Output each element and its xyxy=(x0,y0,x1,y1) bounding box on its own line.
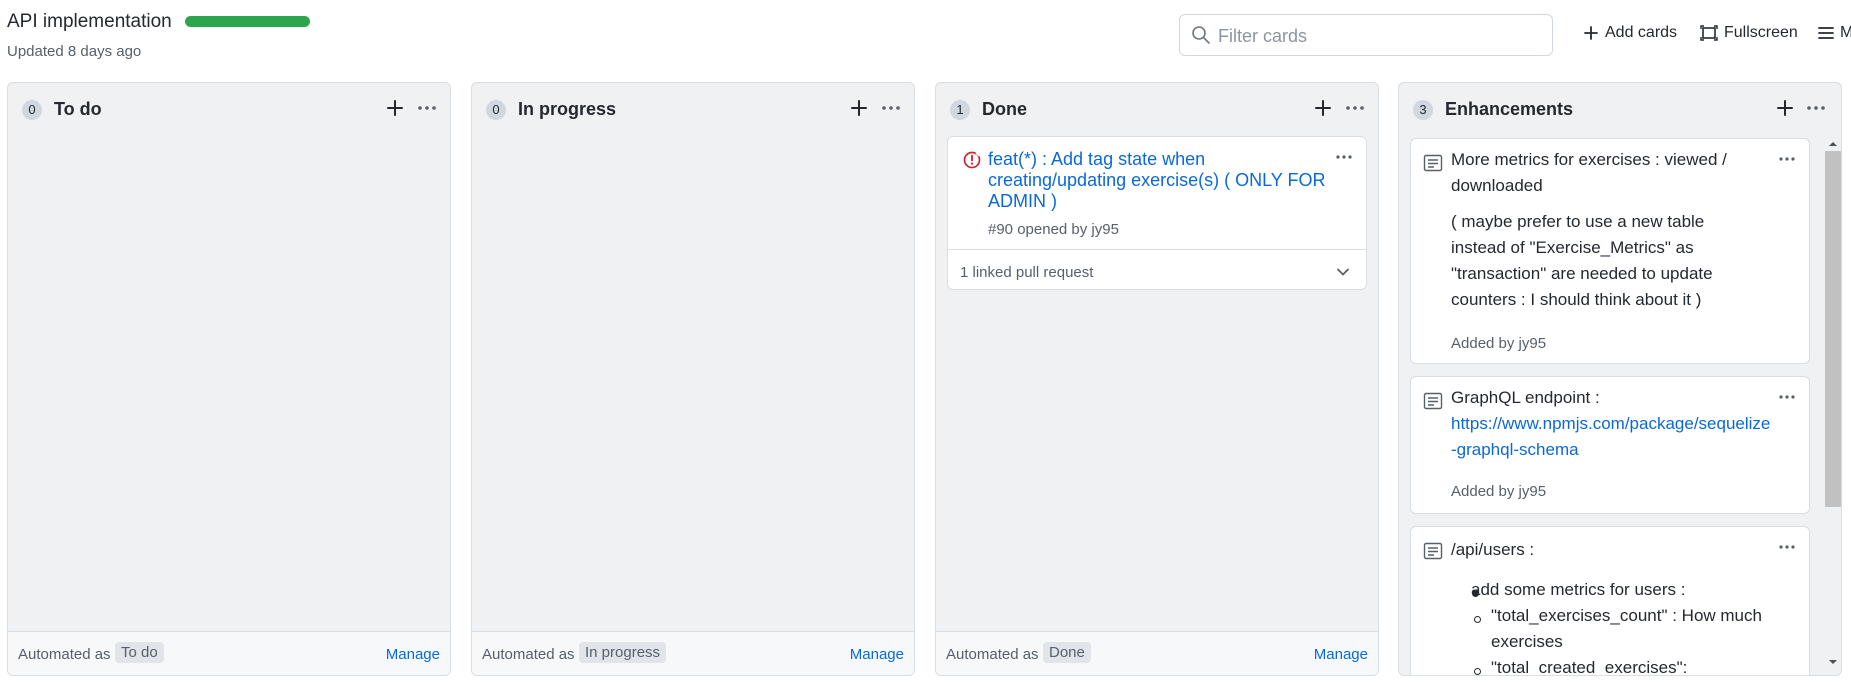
note-card[interactable]: GraphQL endpoint : https://www.npmjs.com… xyxy=(1410,376,1810,514)
column-done: 1 Done feat(*) : Add tag state when crea… xyxy=(935,82,1379,676)
plus-icon xyxy=(1584,26,1598,40)
issue-title-link[interactable]: feat(*) : Add tag state when creating/up… xyxy=(988,149,1328,212)
note-title: More metrics for exercises : viewed / do… xyxy=(1451,150,1727,195)
project-header: API implementation Updated 8 days ago Ad… xyxy=(0,0,1851,80)
column-footer: Automated as In progress Manage xyxy=(472,631,914,675)
note-card[interactable]: More metrics for exercises : viewed / do… xyxy=(1410,138,1810,364)
fullscreen-button[interactable]: Fullscreen xyxy=(1700,24,1798,42)
automated-label: Automated as xyxy=(946,646,1039,663)
add-card-plus-icon[interactable] xyxy=(847,96,871,120)
bullet-ring xyxy=(1474,668,1481,675)
column-title: In progress xyxy=(518,99,617,119)
card-count-badge: 0 xyxy=(22,100,42,120)
issue-closed-icon xyxy=(963,151,981,169)
card-more-icon[interactable] xyxy=(1334,147,1354,167)
hamburger-icon xyxy=(1818,27,1834,39)
list-item: "total_created_exercises": xyxy=(1491,658,1688,676)
column-more-icon[interactable] xyxy=(1343,96,1367,120)
updated-timestamp: Updated 8 days ago xyxy=(7,43,142,60)
menu-label: M xyxy=(1840,24,1851,41)
scroll-down-arrow-icon[interactable] xyxy=(1827,657,1839,667)
card-count-badge: 1 xyxy=(950,100,970,120)
project-progress-bar xyxy=(185,16,310,27)
column-in-progress: 0 In progress Automated as In progress M… xyxy=(471,82,915,676)
manage-link[interactable]: Manage xyxy=(850,646,904,663)
automation-tag: To do xyxy=(115,642,164,663)
graphql-package-link[interactable]: https://www.npmjs.com/package/sequelize-… xyxy=(1451,411,1776,463)
chevron-down-icon[interactable] xyxy=(1334,263,1352,281)
note-card[interactable]: /api/users : add some metrics for users … xyxy=(1410,526,1810,676)
added-by: Added by jy95 xyxy=(1451,335,1547,352)
column-title: Enhancements xyxy=(1445,99,1574,119)
column-header: 3 Enhancements xyxy=(1399,83,1841,133)
card-more-icon[interactable] xyxy=(1777,537,1797,557)
scrollbar-thumb[interactable] xyxy=(1825,151,1841,507)
filter-cards-input[interactable] xyxy=(1218,23,1538,49)
automated-label: Automated as xyxy=(482,646,575,663)
fullscreen-label: Fullscreen xyxy=(1724,24,1798,41)
list-item: "total_exercises_count" : How much exerc… xyxy=(1491,606,1762,651)
add-cards-button[interactable]: Add cards xyxy=(1583,24,1677,42)
issue-card[interactable]: feat(*) : Add tag state when creating/up… xyxy=(947,136,1367,290)
column-enhancements: 3 Enhancements More metrics for exercise… xyxy=(1398,82,1842,676)
linked-pull-request-label: 1 linked pull request xyxy=(960,264,1094,281)
automation-tag: In progress xyxy=(579,642,667,663)
add-cards-label: Add cards xyxy=(1605,24,1678,41)
add-card-plus-icon[interactable] xyxy=(1311,96,1335,120)
issue-meta: #90 opened by jy95 xyxy=(988,221,1119,238)
card-count-badge: 3 xyxy=(1413,100,1433,120)
note-icon xyxy=(1423,154,1443,172)
project-title: API implementation xyxy=(7,11,172,32)
column-header: 0 In progress xyxy=(472,83,914,133)
column-more-icon[interactable] xyxy=(879,96,903,120)
note-body: ( maybe prefer to use a new table instea… xyxy=(1451,212,1713,309)
added-by: Added by jy95 xyxy=(1451,483,1547,500)
column-more-icon[interactable] xyxy=(415,96,439,120)
card-count-badge: 0 xyxy=(486,100,506,120)
automated-label: Automated as xyxy=(18,646,111,663)
note-icon xyxy=(1423,392,1443,410)
list-item-text: add some metrics for users : xyxy=(1471,580,1686,599)
automation-tag: Done xyxy=(1043,642,1091,663)
add-card-plus-icon[interactable] xyxy=(383,96,407,120)
card-more-icon[interactable] xyxy=(1777,387,1797,407)
fullscreen-icon xyxy=(1700,25,1718,41)
column-header: 0 To do xyxy=(8,83,450,133)
column-title: To do xyxy=(54,99,102,119)
bullet-ring xyxy=(1474,616,1481,623)
note-title: GraphQL endpoint : xyxy=(1451,388,1600,407)
column-footer: Automated as Done Manage xyxy=(936,631,1378,675)
search-icon xyxy=(1192,26,1210,44)
filter-cards-field[interactable] xyxy=(1179,14,1553,56)
manage-link[interactable]: Manage xyxy=(1314,646,1368,663)
card-more-icon[interactable] xyxy=(1777,149,1797,169)
manage-link[interactable]: Manage xyxy=(386,646,440,663)
column-title: Done xyxy=(982,99,1027,119)
column-footer: Automated as To do Manage xyxy=(8,631,450,675)
note-title: /api/users : xyxy=(1451,540,1535,559)
add-card-plus-icon[interactable] xyxy=(1773,96,1797,120)
column-more-icon[interactable] xyxy=(1804,96,1828,120)
column-to-do: 0 To do Automated as To do Manage xyxy=(7,82,451,676)
scroll-up-arrow-icon[interactable] xyxy=(1827,139,1839,149)
menu-button[interactable]: M xyxy=(1818,24,1851,42)
note-icon xyxy=(1423,542,1443,560)
column-header: 1 Done xyxy=(936,83,1378,133)
card-divider xyxy=(948,249,1366,250)
list-item: add some metrics for users : xyxy=(1471,577,1771,603)
